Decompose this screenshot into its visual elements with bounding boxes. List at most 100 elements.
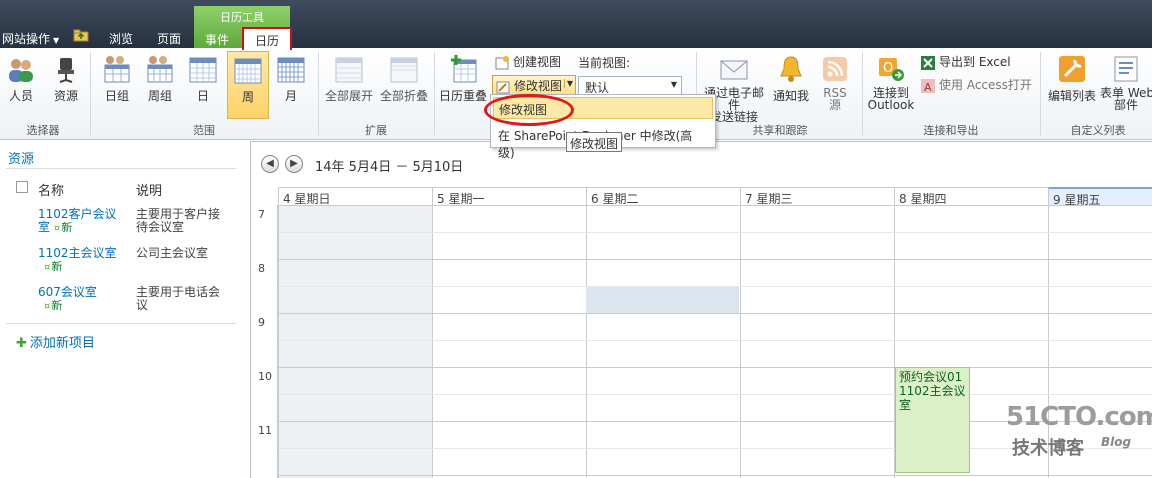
form-web-label-2: 部件 <box>1113 98 1138 111</box>
day-header[interactable]: 8 星期四 <box>894 187 1048 206</box>
hour-label: 11 <box>258 424 272 437</box>
connect-group-label: 连接和导出 <box>923 124 979 137</box>
next-week-button[interactable]: ▶ <box>285 155 303 173</box>
add-new-item-label: 添加新项目 <box>29 336 95 351</box>
calendar-week-icon <box>234 58 262 84</box>
column-header-description: 说明 <box>136 184 163 199</box>
svg-text:A: A <box>924 81 932 94</box>
day-label: 日 <box>196 89 209 103</box>
group-separator <box>90 52 91 136</box>
new-badge: 新 <box>54 221 72 234</box>
tooltip: 修改视图 <box>566 132 622 152</box>
date-range: 14年 5月4日 － 5月10日 <box>315 160 464 175</box>
resource-link[interactable]: 1102客户会议 室 新 <box>38 208 117 235</box>
create-view-icon <box>495 55 509 69</box>
people-label: 人员 <box>8 89 33 103</box>
calendar-overlay-button[interactable]: 日历重叠 <box>438 54 488 104</box>
rss-icon <box>823 57 847 81</box>
create-view-label: 创建视图 <box>513 55 562 69</box>
description-line-2: 待会议室 <box>136 220 185 234</box>
form-web-parts-button[interactable]: 表单 Web 部件 <box>1100 54 1152 111</box>
resource-label: 资源 <box>53 89 78 103</box>
description-line-2: 议 <box>136 298 149 312</box>
day-header-today[interactable]: 9 星期五 <box>1048 187 1152 207</box>
current-view-label: 当前视图: <box>578 56 631 70</box>
create-view-button[interactable]: 创建视图 <box>494 53 561 71</box>
hour-line <box>278 205 1152 206</box>
day-header[interactable]: 7 星期三 <box>740 187 894 206</box>
selected-time-slot[interactable] <box>586 286 739 313</box>
tab-calendar[interactable]: 日历 <box>242 27 292 50</box>
new-badge: 新 <box>44 299 62 312</box>
day-header[interactable]: 5 星期一 <box>432 187 586 206</box>
resource-description: 主要用于电话会 议 <box>136 286 232 312</box>
people-button[interactable]: 人员 <box>4 56 38 104</box>
week-view-button[interactable]: 周 <box>227 51 269 119</box>
event-title: 预约会议01 <box>899 370 963 384</box>
column-header-name[interactable]: 名称 <box>38 180 64 199</box>
tab-browse[interactable]: 浏览 <box>109 30 133 47</box>
half-hour-line <box>278 286 1152 287</box>
hour-line <box>278 259 1152 260</box>
resource-name: 607会议室 <box>38 285 97 299</box>
calendar-tools-title: 日历工具 <box>220 11 264 24</box>
bell-icon <box>780 56 802 82</box>
modify-view-label: 修改视图 <box>514 79 563 93</box>
resource-button[interactable]: 资源 <box>50 56 82 104</box>
month-view-button[interactable]: 月 <box>274 54 308 104</box>
tab-page[interactable]: 页面 <box>157 30 181 47</box>
current-view-value: 默认 <box>585 81 610 95</box>
custom-list-group-label: 自定义列表 <box>1070 124 1126 137</box>
watermark-sub: 技术博客 <box>1012 438 1084 459</box>
current-view-select[interactable]: 默认 ▼ <box>578 76 682 96</box>
expand-all-button[interactable]: 全部展开 <box>322 54 376 104</box>
export-excel-button[interactable]: 导出到 Excel <box>920 53 1011 71</box>
day-view-button[interactable]: 日 <box>186 54 220 104</box>
day-column[interactable] <box>586 205 740 478</box>
collapse-all-button[interactable]: 全部折叠 <box>377 54 431 104</box>
resource-link[interactable]: 607会议室 新 <box>38 286 97 313</box>
divider <box>6 323 236 324</box>
resource-name: 1102客户会议 <box>38 207 117 221</box>
site-actions-menu[interactable]: 网站操作 ▼ <box>2 30 59 47</box>
day-header[interactable]: 6 星期二 <box>586 187 740 206</box>
day-column[interactable] <box>432 205 586 478</box>
half-hour-line <box>278 340 1152 341</box>
week-group-button[interactable]: 周组 <box>143 54 177 104</box>
top-bar: 网站操作 ▼ 浏览 页面 日历工具 事件 日历 <box>0 0 1152 50</box>
calendar-overlay-icon <box>451 55 477 83</box>
calendar-event[interactable]: 预约会议01 1102主会议 室 <box>895 367 970 473</box>
excel-icon <box>921 55 935 70</box>
modify-view-button[interactable]: 修改视图 ▼ <box>492 75 576 95</box>
wrench-icon <box>1059 56 1085 82</box>
open-access-button[interactable]: A 使用 Access打开 <box>920 76 1032 94</box>
range-group-label: 范围 <box>193 124 215 137</box>
edit-list-button[interactable]: 编辑列表 <box>1046 54 1098 104</box>
rss-feed-button[interactable]: RSS 源 <box>818 54 852 111</box>
day-header[interactable]: 4 星期日 <box>278 187 432 206</box>
day-group-button[interactable]: 日组 <box>100 54 134 104</box>
resources-title[interactable]: 资源 <box>8 148 34 167</box>
envelope-icon <box>720 60 748 80</box>
day-column[interactable] <box>278 205 432 478</box>
day-column[interactable] <box>740 205 894 478</box>
share-group-label: 共享和跟踪 <box>752 124 808 137</box>
hour-label: 9 <box>258 316 265 329</box>
connect-outlook-button[interactable]: O 连接到 Outlook <box>866 54 916 111</box>
navigate-up-icon[interactable] <box>73 29 89 42</box>
month-label: 月 <box>284 89 297 103</box>
week-group-label: 周组 <box>147 89 172 103</box>
add-new-item-link[interactable]: ✚ 添加新项目 <box>16 332 95 351</box>
tab-events[interactable]: 事件 <box>194 26 240 48</box>
resource-description: 公司主会议室 <box>136 247 232 260</box>
select-all-checkbox[interactable] <box>16 181 28 193</box>
resource-link[interactable]: 1102主会议室 新 <box>38 247 117 274</box>
chevron-down-icon: ▼ <box>53 36 60 45</box>
hour-line <box>278 367 1152 368</box>
expand-all-label: 全部展开 <box>324 89 373 103</box>
previous-week-button[interactable]: ◀ <box>261 155 279 173</box>
open-access-label: 使用 Access打开 <box>939 78 1032 92</box>
collapse-all-icon <box>390 57 418 83</box>
alert-me-button[interactable]: 通知我 <box>770 54 812 104</box>
divider <box>6 168 236 169</box>
